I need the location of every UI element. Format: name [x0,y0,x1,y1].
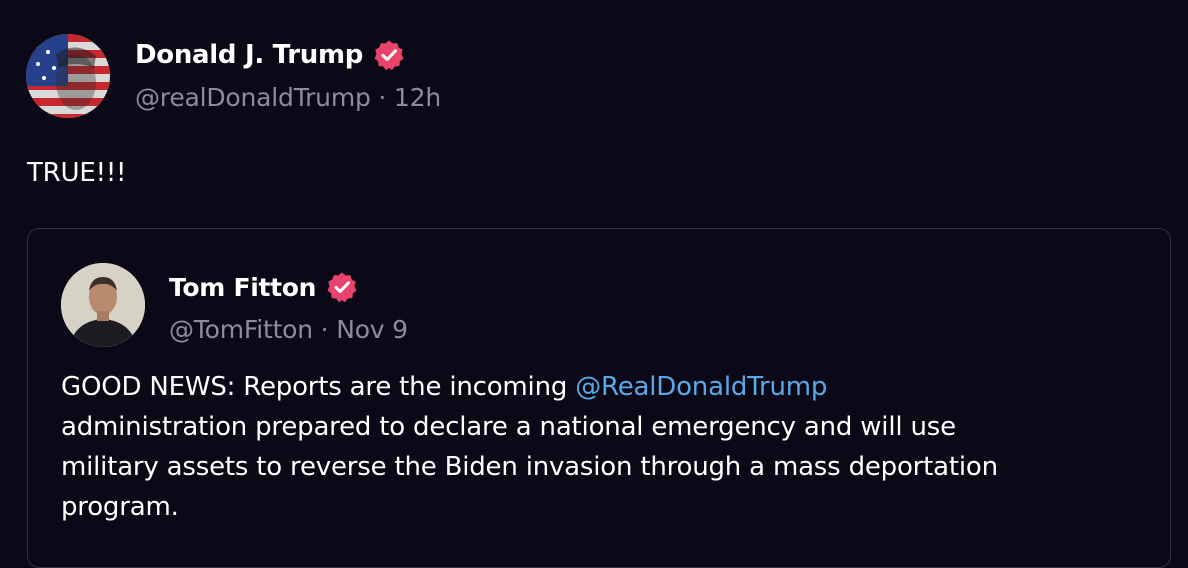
verified-badge-icon [373,39,405,71]
quoted-name-row: Tom Fitton [169,268,358,306]
quoted-author-avatar[interactable] [61,263,145,347]
meta-separator: · [370,83,394,112]
quoted-post-text: GOOD NEWS: Reports are the incoming @Rea… [61,367,1141,527]
quoted-author-handle[interactable]: @TomFitton [169,315,313,344]
meta-separator: · [312,315,337,344]
mention-link[interactable]: @RealDonaldTrump [575,372,827,402]
verified-badge-icon [326,271,358,303]
post-time[interactable]: 12h [394,83,441,112]
quoted-author-meta: @TomFitton · Nov 9 [169,315,408,344]
post-text: TRUE!!! [27,158,127,188]
author-avatar[interactable] [26,34,110,118]
author-name-row: Donald J. Trump [135,36,405,74]
author-handle[interactable]: @realDonaldTrump [135,83,371,112]
quoted-post-date[interactable]: Nov 9 [336,315,408,344]
post-card: Donald J. Trump @realDonaldTrump · 12h T… [0,0,1188,568]
quoted-text-line-3: military assets to reverse the Biden inv… [61,452,998,482]
quoted-text-before-mention: GOOD NEWS: Reports are the incoming [61,372,576,402]
quoted-text-line-4: program. [61,492,179,522]
quoted-post-card[interactable]: Tom Fitton @TomFitton · Nov 9 GOOD NEWS:… [27,228,1171,568]
author-name[interactable]: Donald J. Trump [135,40,363,70]
quoted-author-name[interactable]: Tom Fitton [169,273,316,302]
quoted-text-line-1: GOOD NEWS: Reports are the incoming @Rea… [61,367,1141,407]
quoted-text-line-2: administration prepared to declare a nat… [61,412,956,442]
author-meta: @realDonaldTrump · 12h [135,83,441,112]
